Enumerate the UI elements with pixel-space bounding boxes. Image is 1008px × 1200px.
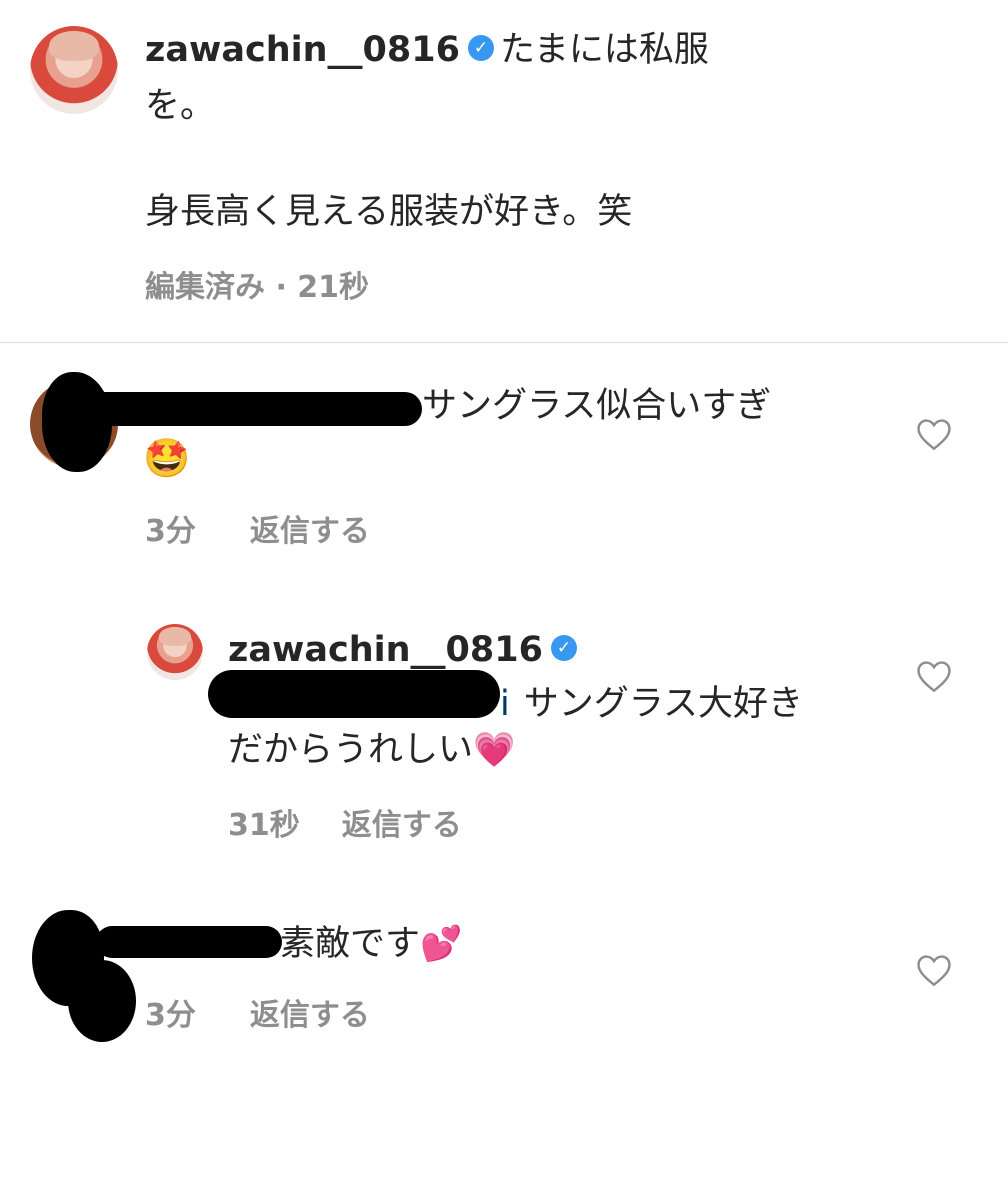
reply-meta: 31秒 返信する (228, 800, 504, 844)
heart-outline-icon[interactable] (915, 953, 953, 987)
comment-1-text: サングラス似合いすぎ (422, 378, 771, 434)
comment-1-body: サングラス似合いすぎ (422, 386, 772, 426)
reply-body-line2: だからうれしい (228, 730, 474, 770)
caption-username[interactable]: zawachin__0816 (145, 30, 460, 70)
redaction-mark (96, 926, 282, 958)
growing-heart-emoji-icon: 💗 (473, 730, 516, 770)
comment-3-text: 素敵です💕 (280, 916, 462, 972)
reply-avatar[interactable] (147, 624, 203, 680)
reply-text-line2: だからうれしい💗 (228, 722, 515, 778)
caption-text-line2: を。 (145, 86, 216, 126)
heart-outline-icon[interactable] (915, 417, 953, 451)
two-hearts-emoji-icon: 💕 (420, 924, 463, 964)
caption-line-1: zawachin__0816 ✓ たまには私服 (145, 22, 709, 78)
divider (0, 342, 1008, 343)
caption-meta: 編集済み · 21秒 (145, 270, 370, 305)
reply-mention[interactable]: i (500, 684, 510, 724)
reply-time: 31秒 (228, 808, 300, 843)
comment-3-reply-button[interactable]: 返信する (250, 998, 370, 1033)
reply-reply-button[interactable]: 返信する (342, 808, 462, 843)
heart-outline-icon[interactable] (915, 659, 953, 693)
comment-1-meta: 3分 返信する (145, 506, 412, 550)
comment-3-body: 素敵です (280, 924, 421, 964)
star-struck-emoji-icon: 🤩 (143, 436, 191, 480)
caption-text-line3: 身長高く見える服装が好き。笑 (145, 192, 633, 232)
caption-avatar[interactable] (30, 26, 118, 114)
redaction-mark (208, 670, 500, 718)
reply-text-line1: i サングラス大好き (500, 676, 803, 732)
reply-body-line1: サングラス大好き (523, 684, 804, 724)
comment-1-time: 3分 (145, 514, 196, 549)
comment-1-reply-button[interactable]: 返信する (250, 514, 370, 549)
comment-3-time: 3分 (145, 998, 196, 1033)
redaction-mark (60, 392, 422, 426)
redaction-mark (68, 960, 136, 1042)
verified-badge-icon: ✓ (467, 35, 494, 61)
caption-text-line1: たまには私服 (499, 30, 709, 70)
verified-badge-icon: ✓ (550, 635, 577, 661)
comment-3-meta: 3分 返信する (145, 990, 412, 1034)
reply-username[interactable]: zawachin__0816 (228, 630, 543, 670)
